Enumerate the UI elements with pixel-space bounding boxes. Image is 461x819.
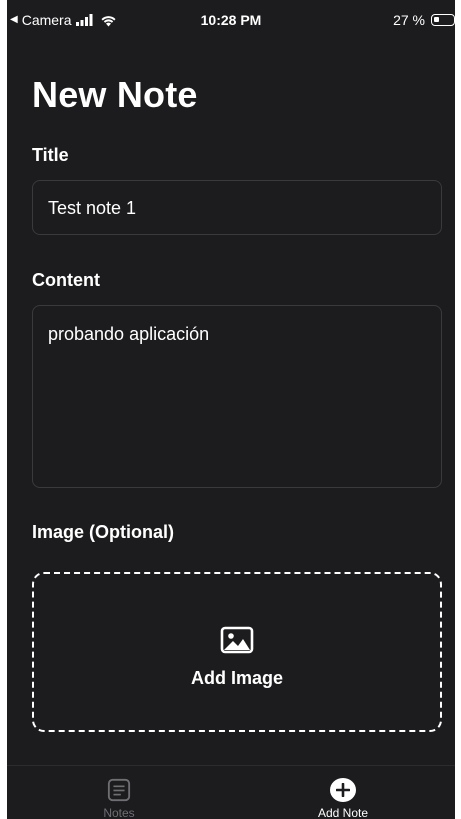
battery-status: 27 % — [393, 12, 455, 28]
tab-add-note[interactable]: Add Note — [231, 766, 455, 819]
image-label: Image (Optional) — [32, 522, 175, 542]
tab-notes-label: Notes — [103, 806, 135, 819]
notes-icon — [107, 778, 131, 802]
title-input[interactable]: Test note 1 — [32, 180, 442, 235]
tab-add-note-label: Add Note — [317, 806, 369, 819]
app-screen: ◀ Camera 10:28 PM 27 % New Note Title Te… — [7, 0, 455, 819]
content-textarea[interactable]: probando aplicación — [32, 305, 442, 488]
battery-icon — [431, 14, 455, 26]
battery-fill — [434, 17, 439, 22]
photo-icon — [220, 626, 254, 653]
tab-notes[interactable]: Notes — [7, 766, 231, 819]
add-image-button[interactable]: Add Image — [32, 572, 442, 732]
tab-bar: Notes Add Note — [7, 765, 455, 819]
add-image-label: Add Image — [190, 667, 283, 688]
title-label: Title — [32, 145, 69, 165]
content-label: Content — [32, 270, 100, 290]
status-time: 10:28 PM — [200, 12, 262, 28]
plus-circle-icon — [330, 778, 356, 802]
battery-percent: 27 % — [393, 12, 425, 28]
page-title: New Note — [32, 74, 198, 115]
status-bar: ◀ Camera 10:28 PM 27 % — [7, 0, 455, 40]
